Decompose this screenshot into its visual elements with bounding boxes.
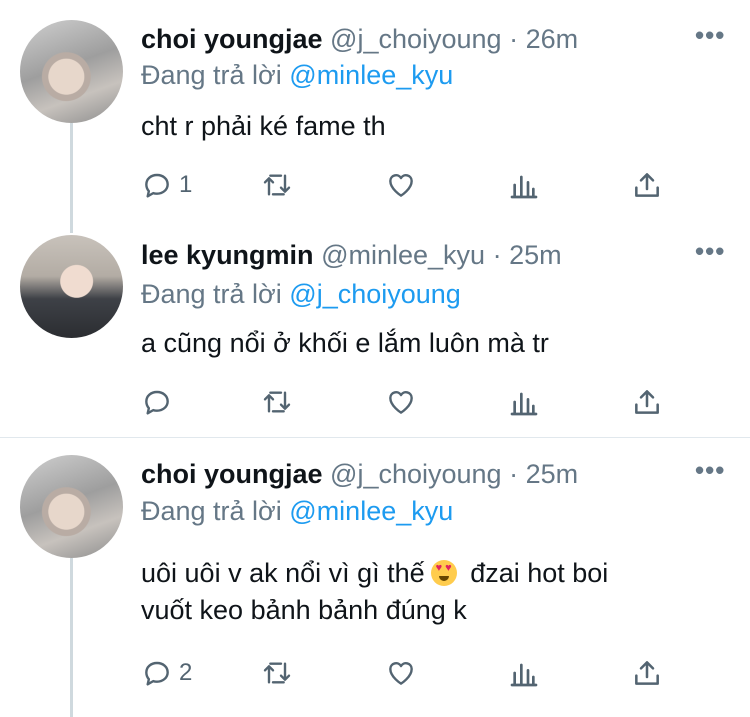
thread-line <box>70 558 73 717</box>
retweet-icon <box>263 174 291 196</box>
tweet-text: a cũng nổi ở khối e lắm luôn mà tr <box>141 328 549 358</box>
share-icon <box>635 661 659 685</box>
reply-button[interactable]: 1 <box>141 168 192 202</box>
like-icon <box>389 662 413 685</box>
mention-link[interactable]: @minlee_kyu <box>289 496 453 526</box>
like-button[interactable] <box>385 385 417 419</box>
smiling-face-with-heart-eyes-emoji <box>430 560 457 586</box>
author-handle[interactable]: @j_choiyoung <box>330 24 502 54</box>
tweet-2[interactable]: lee kyungmin @minlee_kyu · 25m ••• Đang … <box>0 215 750 437</box>
separator: · <box>509 24 519 54</box>
tweet-text: uôi uôi v ak nổi vì gì thế đzai hot boi … <box>141 554 608 629</box>
reply-count: 1 <box>179 171 193 198</box>
avatar[interactable] <box>20 455 123 558</box>
replying-to: Đang trả lời @minlee_kyu <box>141 58 453 92</box>
avatar[interactable] <box>20 20 123 123</box>
replying-to: Đang trả lời @minlee_kyu <box>141 494 453 528</box>
replying-to-label: Đang trả lời <box>141 496 282 526</box>
analytics-icon <box>510 175 538 199</box>
analytics-button[interactable] <box>508 168 540 202</box>
share-button[interactable] <box>631 385 663 419</box>
tweet-1[interactable]: choi youngjae @j_choiyoung · 26m ••• Đan… <box>0 0 750 215</box>
timestamp[interactable]: 25m <box>509 240 562 270</box>
reply-button[interactable] <box>141 385 179 419</box>
reply-icon <box>145 173 169 198</box>
tweet-header: choi youngjae @j_choiyoung · 26m <box>141 22 578 56</box>
tweet-3[interactable]: choi youngjae @j_choiyoung · 25m ••• Đan… <box>0 438 750 717</box>
action-bar: 2 <box>141 656 681 690</box>
replying-to: Đang trả lời @j_choiyoung <box>141 277 461 311</box>
reply-button[interactable]: 2 <box>141 656 192 690</box>
more-options-icon[interactable]: ••• <box>695 455 725 486</box>
author-name[interactable]: choi youngjae <box>141 24 323 54</box>
analytics-icon <box>510 392 538 416</box>
retweet-button[interactable] <box>261 385 293 419</box>
tweet-text-line-2: vuốt keo bảnh bảnh đúng k <box>141 595 467 625</box>
tweet-text-part: uôi uôi v ak nổi vì gì thế <box>141 558 425 588</box>
analytics-icon <box>510 663 538 687</box>
mention-link[interactable]: @minlee_kyu <box>289 60 453 90</box>
reply-count: 2 <box>179 659 193 686</box>
action-bar: 1 <box>141 168 681 202</box>
tweet-text-part: đzai hot boi <box>470 558 609 588</box>
tweet-text: cht r phải ké fame th <box>141 111 386 141</box>
tweet-header: choi youngjae @j_choiyoung · 25m <box>141 457 578 491</box>
separator: · <box>509 459 519 489</box>
avatar[interactable] <box>20 235 123 338</box>
tweet-header: lee kyungmin @minlee_kyu · 25m <box>141 238 562 272</box>
share-button[interactable] <box>631 656 663 690</box>
author-name[interactable]: lee kyungmin <box>141 240 314 270</box>
retweet-button[interactable] <box>261 168 293 202</box>
analytics-button[interactable] <box>508 656 540 690</box>
author-name[interactable]: choi youngjae <box>141 459 323 489</box>
retweet-button[interactable] <box>261 656 293 690</box>
analytics-button[interactable] <box>508 385 540 419</box>
like-button[interactable] <box>385 168 417 202</box>
reply-icon <box>145 661 169 686</box>
tweet-text-line-1: uôi uôi v ak nổi vì gì thế đzai hot boi <box>141 554 608 592</box>
replying-to-label: Đang trả lời <box>141 60 282 90</box>
action-bar <box>141 385 681 419</box>
mention-link[interactable]: @j_choiyoung <box>289 279 461 309</box>
author-handle[interactable]: @j_choiyoung <box>330 459 502 489</box>
share-icon <box>635 173 659 197</box>
like-icon <box>389 174 413 197</box>
reply-icon <box>145 390 169 415</box>
timestamp[interactable]: 25m <box>526 459 579 489</box>
like-icon <box>389 391 413 414</box>
more-options-icon[interactable]: ••• <box>695 236 725 267</box>
like-button[interactable] <box>385 656 417 690</box>
separator: · <box>492 240 502 270</box>
replying-to-label: Đang trả lời <box>141 279 282 309</box>
share-button[interactable] <box>631 168 663 202</box>
more-options-icon[interactable]: ••• <box>695 20 725 51</box>
timestamp[interactable]: 26m <box>526 24 579 54</box>
share-icon <box>635 390 659 414</box>
author-handle[interactable]: @minlee_kyu <box>321 240 485 270</box>
retweet-icon <box>263 391 291 413</box>
retweet-icon <box>263 662 291 684</box>
